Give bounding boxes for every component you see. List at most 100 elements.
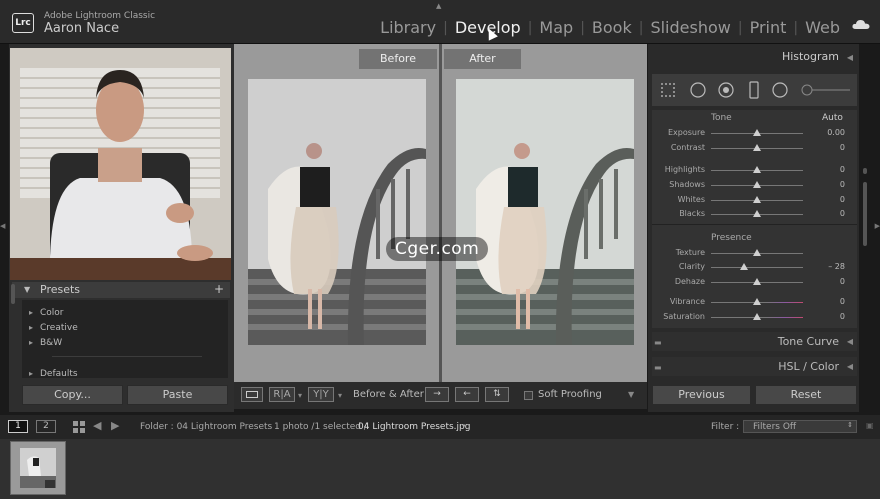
- filter-select[interactable]: Filters Off ⇕: [743, 420, 857, 433]
- filter-dropdown-icon[interactable]: ⇕: [847, 421, 853, 429]
- preset-folder-creative[interactable]: Creative: [29, 323, 78, 333]
- module-map[interactable]: Map: [539, 18, 573, 37]
- tone-blacks-slider[interactable]: Blacks 0: [652, 209, 857, 221]
- hsl-color-header[interactable]: ▬ HSL / Color ◀: [652, 357, 857, 376]
- tone-shadows-slider[interactable]: Shadows 0: [652, 180, 857, 192]
- presets-expand-icon[interactable]: ▼: [24, 285, 30, 294]
- presence-texture-slider[interactable]: Texture: [652, 248, 857, 260]
- slider-value[interactable]: 0: [840, 297, 845, 306]
- slider-value[interactable]: 0: [840, 180, 845, 189]
- before-after-tb-button[interactable]: Y|Y: [308, 387, 334, 402]
- swap-before-after-button[interactable]: ⇅: [485, 387, 509, 402]
- add-preset-button[interactable]: +: [214, 282, 224, 296]
- adjustment-brush-icon[interactable]: [796, 74, 852, 106]
- module-separator: |: [580, 19, 585, 36]
- slider-value[interactable]: 0: [840, 277, 845, 286]
- primary-window-button[interactable]: 1: [8, 420, 28, 433]
- slider-thumb[interactable]: [753, 313, 761, 320]
- slider-thumb[interactable]: [740, 263, 749, 270]
- slider-value[interactable]: – 28: [828, 262, 845, 271]
- tone-exposure-slider[interactable]: Exposure 0.00: [652, 128, 857, 140]
- collapse-top-panel-icon[interactable]: ▲: [436, 2, 441, 10]
- slider-thumb[interactable]: [753, 196, 761, 203]
- graduated-filter-icon[interactable]: [742, 74, 764, 106]
- before-photo[interactable]: [248, 79, 426, 345]
- filter-select-value: Filters Off: [753, 422, 797, 432]
- preset-folder-defaults[interactable]: Defaults: [29, 369, 77, 379]
- filmstrip-lock-icon[interactable]: ▣: [866, 421, 874, 430]
- presets-title: Presets: [40, 283, 81, 296]
- slider-thumb[interactable]: [753, 166, 761, 173]
- copy-after-to-before-button[interactable]: ←: [455, 387, 479, 402]
- filename[interactable]: 04 Lightroom Presets.jpg: [358, 422, 470, 432]
- presence-vibrance-slider[interactable]: Vibrance 0: [652, 297, 857, 309]
- preset-folder-color[interactable]: Color: [29, 308, 63, 318]
- preset-folder-bw[interactable]: B&W: [29, 338, 62, 348]
- presence-clarity-slider[interactable]: Clarity – 28: [652, 262, 857, 274]
- slider-thumb[interactable]: [753, 278, 761, 285]
- slider-value[interactable]: 0: [840, 209, 845, 218]
- copy-before-to-after-button[interactable]: →: [425, 387, 449, 402]
- slider-thumb[interactable]: [753, 249, 761, 256]
- slider-thumb[interactable]: [753, 298, 761, 305]
- right-scroll-thumb-top[interactable]: [863, 168, 867, 174]
- soft-proofing-checkbox[interactable]: [524, 391, 533, 400]
- grid-view-icon[interactable]: [73, 421, 85, 433]
- tone-highlights-slider[interactable]: Highlights 0: [652, 165, 857, 177]
- tone-curve-collapse-icon[interactable]: ◀: [847, 332, 853, 351]
- before-after-lr-button[interactable]: R|A: [269, 387, 295, 402]
- toolbar-dropdown-icon[interactable]: ▼: [628, 390, 634, 399]
- slider-value[interactable]: 0: [840, 165, 845, 174]
- filmstrip-thumbnail[interactable]: [10, 441, 66, 495]
- presence-saturation-slider[interactable]: Saturation 0: [652, 312, 857, 324]
- slider-track[interactable]: [711, 267, 803, 268]
- module-web[interactable]: Web: [805, 18, 840, 37]
- right-panel-scrollbar[interactable]: [863, 182, 867, 246]
- secondary-window-button[interactable]: 2: [36, 420, 56, 433]
- slider-thumb[interactable]: [753, 129, 761, 136]
- tone-whites-slider[interactable]: Whites 0: [652, 195, 857, 207]
- paste-button[interactable]: Paste: [127, 385, 228, 405]
- folder-path[interactable]: Folder : 04 Lightroom Presets: [140, 422, 272, 432]
- copy-button[interactable]: Copy...: [22, 385, 123, 405]
- ra-dropdown-icon[interactable]: ▾: [298, 391, 302, 400]
- histogram-header[interactable]: Histogram ◀: [652, 50, 857, 68]
- auto-tone-button[interactable]: Auto: [822, 113, 843, 123]
- slider-thumb[interactable]: [753, 181, 761, 188]
- slider-value[interactable]: 0: [840, 195, 845, 204]
- crop-tool-icon[interactable]: [655, 74, 679, 106]
- radial-filter-icon[interactable]: [768, 74, 792, 106]
- presence-dehaze-slider[interactable]: Dehaze 0: [652, 277, 857, 289]
- slider-thumb[interactable]: [753, 144, 761, 151]
- module-library[interactable]: Library: [380, 18, 436, 37]
- filename-dropdown-icon[interactable]: ▾: [462, 422, 466, 430]
- slider-thumb[interactable]: [753, 210, 761, 217]
- presets-header[interactable]: ▼ Presets +: [12, 282, 230, 298]
- slider-value[interactable]: 0.00: [827, 128, 845, 137]
- module-slideshow[interactable]: Slideshow: [650, 18, 730, 37]
- after-photo[interactable]: [456, 79, 634, 345]
- next-image-icon[interactable]: ▶: [111, 419, 119, 432]
- tone-curve-header[interactable]: ▬ Tone Curve ◀: [652, 332, 857, 351]
- soft-proofing-label: Soft Proofing: [538, 389, 602, 400]
- cloud-icon[interactable]: [852, 19, 870, 30]
- reset-button[interactable]: Reset: [755, 385, 857, 405]
- red-eye-icon[interactable]: [714, 74, 738, 106]
- collapse-right-panel-icon[interactable]: ▶: [875, 222, 880, 230]
- slider-value[interactable]: 0: [840, 143, 845, 152]
- previous-button[interactable]: Previous: [652, 385, 751, 405]
- module-print[interactable]: Print: [750, 18, 787, 37]
- histogram-collapse-icon[interactable]: ◀: [847, 53, 853, 62]
- left-panel-scrollbar[interactable]: [11, 284, 15, 304]
- collapse-left-panel-icon[interactable]: ◀: [0, 222, 5, 230]
- spot-removal-icon[interactable]: [686, 74, 710, 106]
- previous-image-icon[interactable]: ◀: [93, 419, 101, 432]
- hsl-collapse-icon[interactable]: ◀: [847, 357, 853, 376]
- yy-dropdown-icon[interactable]: ▾: [338, 391, 342, 400]
- tone-curve-toggle-icon[interactable]: ▬: [654, 333, 662, 352]
- loupe-view-button[interactable]: [241, 387, 263, 402]
- hsl-toggle-icon[interactable]: ▬: [654, 358, 662, 377]
- slider-value[interactable]: 0: [840, 312, 845, 321]
- module-book[interactable]: Book: [592, 18, 632, 37]
- tone-contrast-slider[interactable]: Contrast 0: [652, 143, 857, 155]
